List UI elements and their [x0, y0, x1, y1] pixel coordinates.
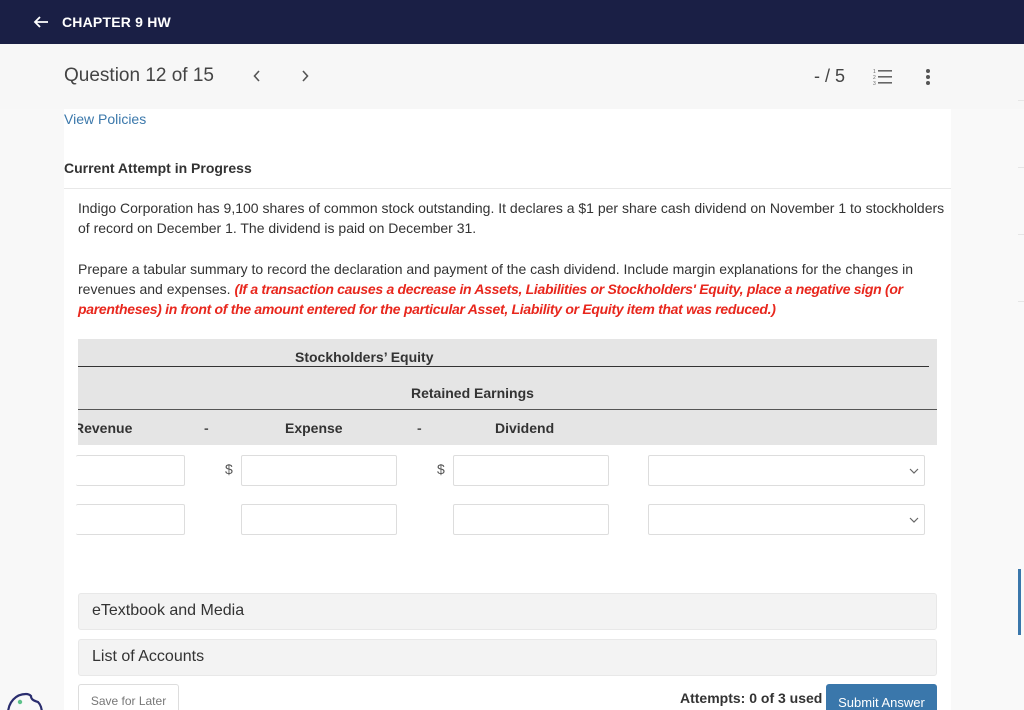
rail-divider: [1018, 301, 1024, 302]
rail-divider: [1018, 100, 1024, 101]
submit-answer-button[interactable]: Submit Answer: [826, 684, 937, 710]
expense-input[interactable]: [241, 504, 397, 535]
rail-divider: [1018, 167, 1024, 168]
explanation-select[interactable]: [648, 455, 925, 486]
question-number: Question 12 of 15: [64, 65, 214, 86]
accordion-label: eTextbook and Media: [92, 602, 245, 619]
column-expense: Expense: [285, 420, 343, 436]
list-of-accounts-accordion[interactable]: List of Accounts: [78, 639, 937, 676]
vertical-dots-icon: [926, 69, 930, 85]
back-button[interactable]: [31, 12, 51, 32]
rail-divider: [1018, 234, 1024, 235]
chevron-right-icon: [302, 70, 309, 82]
header-rule: [78, 366, 929, 367]
arrow-left-icon: [33, 16, 48, 28]
view-policies-link[interactable]: View Policies: [64, 111, 146, 127]
accordion-label: List of Accounts: [92, 648, 205, 665]
question-list-button[interactable]: 1 2 3: [873, 68, 893, 87]
dividend-input[interactable]: [453, 455, 609, 486]
table-row: [76, 504, 937, 535]
chevron-down-icon: [909, 468, 919, 474]
section-divider: [64, 188, 951, 189]
dividend-input[interactable]: [453, 504, 609, 535]
column-operator: -: [204, 420, 209, 436]
currency-symbol: $: [437, 461, 445, 477]
problem-instructions: Prepare a tabular summary to record the …: [78, 259, 948, 319]
tabular-summary-header: Stockholders’ Equity Retained Earnings R…: [78, 339, 937, 445]
chevron-down-icon: [909, 517, 919, 523]
previous-question-button[interactable]: [249, 66, 265, 86]
attempts-counter: Attempts: 0 of 3 used: [680, 690, 823, 706]
cookie-icon: [7, 692, 43, 710]
header-rule: [78, 409, 937, 410]
attempt-status-heading: Current Attempt in Progress: [64, 160, 252, 176]
column-dividend: Dividend: [495, 420, 555, 436]
column-operator: -: [417, 420, 422, 436]
next-question-button[interactable]: [297, 66, 313, 86]
header-retained-earnings: Retained Earnings: [411, 385, 534, 401]
chevron-left-icon: [253, 70, 260, 82]
question-header: Question 12 of 15 - / 5 1 2 3: [0, 44, 1024, 109]
more-options-button[interactable]: [924, 67, 932, 87]
right-rail: [951, 109, 1024, 710]
header-stockholders-equity: Stockholders’ Equity: [295, 349, 434, 365]
expense-input[interactable]: [241, 455, 397, 486]
svg-text:3: 3: [873, 81, 876, 86]
currency-symbol: $: [225, 461, 233, 477]
question-score: - / 5: [814, 66, 846, 86]
save-for-later-button[interactable]: Save for Later: [78, 684, 179, 710]
problem-statement: Indigo Corporation has 9,100 shares of c…: [78, 200, 945, 236]
rail-scroll-indicator[interactable]: [1018, 569, 1021, 635]
explanation-select[interactable]: [648, 504, 925, 535]
question-content: View Policies Current Attempt in Progres…: [64, 109, 951, 710]
helper-widget-button[interactable]: [4, 686, 46, 710]
numbered-list-icon: 1 2 3: [873, 69, 892, 87]
table-row: $ $: [76, 455, 937, 486]
column-revenue: Revenue: [78, 420, 133, 436]
assignment-title: CHAPTER 9 HW: [62, 14, 171, 30]
revenue-input[interactable]: [76, 455, 185, 486]
etextbook-media-accordion[interactable]: eTextbook and Media: [78, 593, 937, 630]
top-bar: CHAPTER 9 HW: [0, 0, 1024, 44]
revenue-input[interactable]: [76, 504, 185, 535]
